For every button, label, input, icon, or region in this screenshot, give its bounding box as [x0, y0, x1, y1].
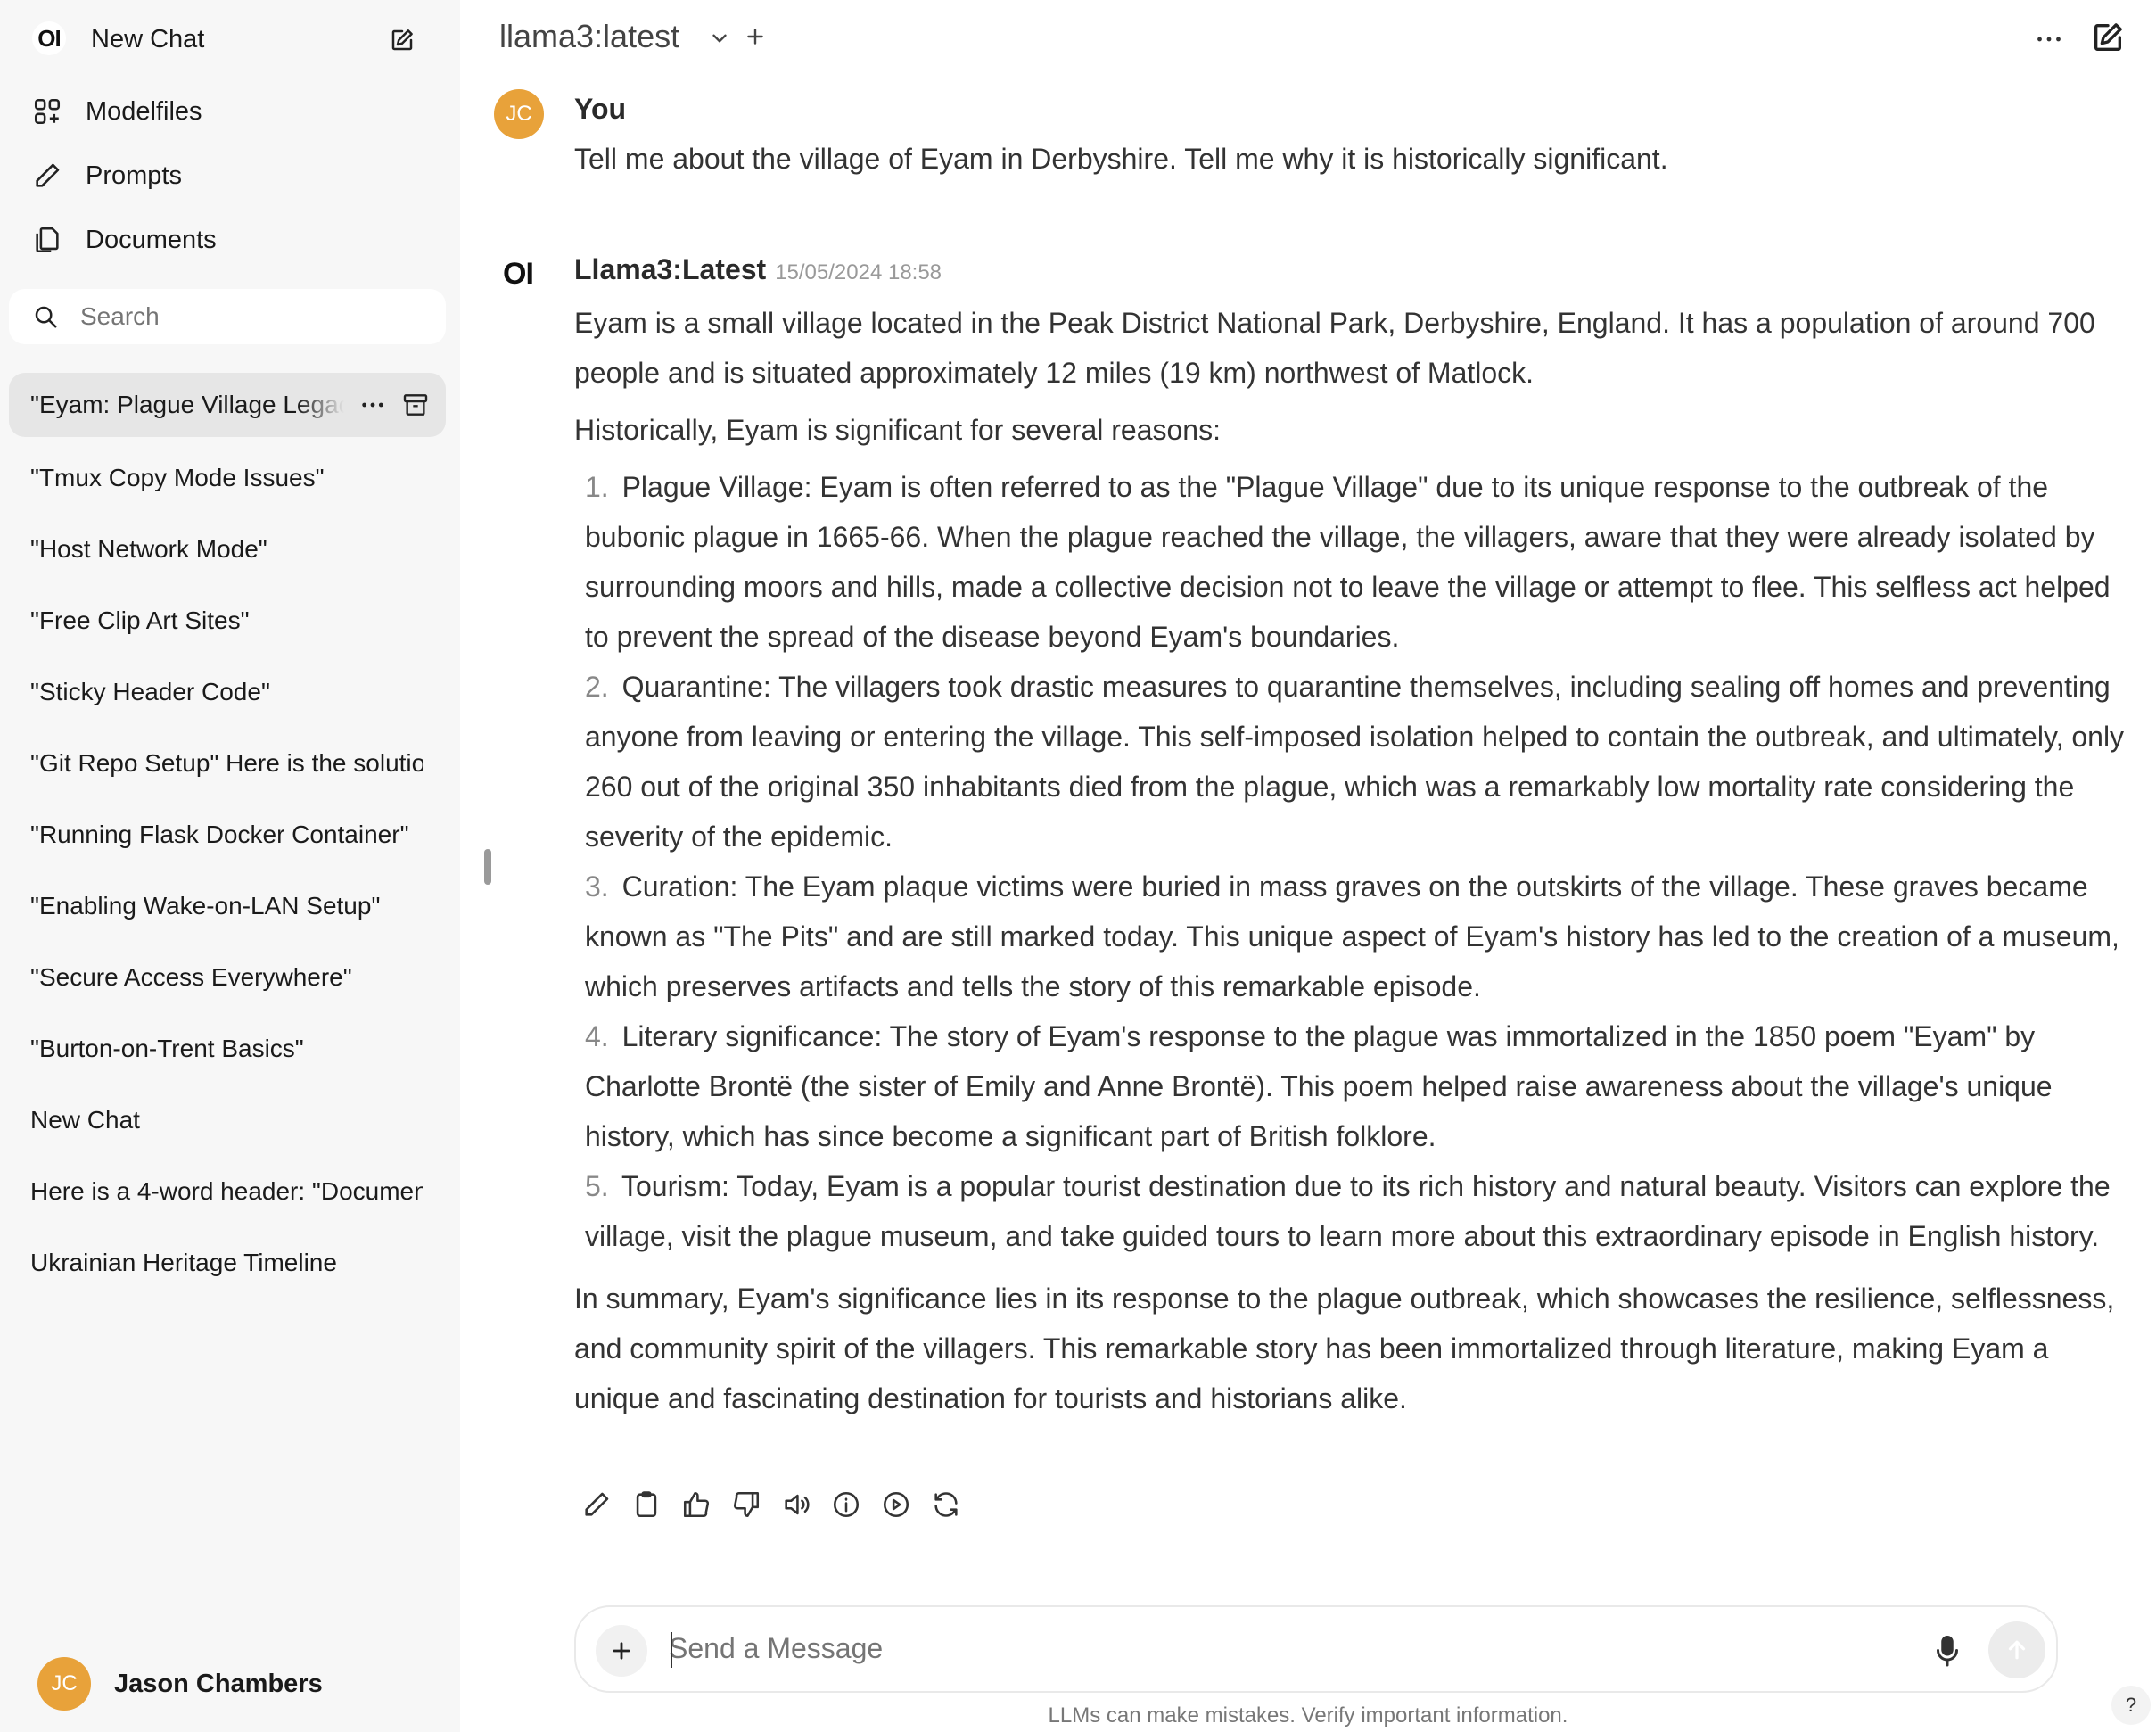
chat-item[interactable]: "Running Flask Docker Container": [9, 803, 446, 867]
assistant-logo: OI: [503, 257, 534, 291]
message-author: Llama3:Latest: [574, 253, 767, 285]
message-composer: [574, 1605, 2058, 1693]
chat-item[interactable]: "Host Network Mode": [9, 517, 446, 581]
chat-item[interactable]: "Secure Access Everywhere": [9, 945, 446, 1010]
list-number: 2.: [585, 671, 609, 703]
more-icon[interactable]: [2033, 23, 2065, 55]
info-icon[interactable]: [831, 1489, 861, 1520]
chat-item-active[interactable]: "Eyam: Plague Village Legacy": [9, 373, 446, 437]
new-chat-link[interactable]: New Chat: [91, 25, 204, 54]
list-item-text: Quarantine: The villagers took drastic m…: [585, 671, 2125, 853]
list-item-text: Tourism: Today, Eyam is a popular touris…: [585, 1170, 2111, 1252]
microphone-icon[interactable]: [1931, 1634, 1963, 1670]
text-caret: [671, 1632, 672, 1668]
list-number: 5.: [585, 1170, 609, 1202]
message-timestamp: 15/05/2024 18:58: [775, 260, 942, 285]
chat-item[interactable]: "Sticky Header Code": [9, 660, 446, 724]
reasons-list: 1. Plague Village: Eyam is often referre…: [574, 462, 2126, 1261]
sidebar-item-label: Modelfiles: [86, 96, 202, 126]
new-chat-edit-icon[interactable]: [2090, 20, 2126, 55]
more-icon[interactable]: [358, 391, 387, 419]
assistant-message-body: Eyam is a small village located in the P…: [574, 298, 2126, 1431]
sidebar-item-modelfiles[interactable]: Modelfiles: [32, 89, 202, 134]
list-number: 4.: [585, 1020, 609, 1052]
message-actions: [581, 1489, 981, 1520]
chat-item-title: New Chat: [30, 1106, 140, 1134]
send-button[interactable]: [1988, 1621, 2045, 1678]
sidebar-item-prompts[interactable]: Prompts: [32, 153, 182, 198]
chat-item-title: "Free Clip Art Sites": [30, 606, 250, 634]
chat-item[interactable]: New Chat: [9, 1088, 446, 1152]
message-author: You: [574, 93, 627, 125]
chat-item[interactable]: Here is a 4-word header: "Document: [9, 1159, 446, 1224]
chat-item-title: "Running Flask Docker Container": [30, 821, 409, 848]
list-item: 4. Literary significance: The story of E…: [585, 1011, 2126, 1161]
search-icon: [32, 303, 59, 330]
speaker-icon[interactable]: [781, 1489, 811, 1520]
chat-item-title: "Enabling Wake-on-LAN Setup": [30, 892, 381, 920]
list-item-text: Plague Village: Eyam is often referred t…: [585, 471, 2111, 653]
regenerate-icon[interactable]: [931, 1489, 961, 1520]
chat-item-title: Here is a 4-word header: "Document: [30, 1177, 423, 1205]
thumbs-down-icon[interactable]: [731, 1489, 761, 1520]
disclaimer-text: LLMs can make mistakes. Verify important…: [1048, 1703, 1568, 1728]
chat-item[interactable]: "Free Clip Art Sites": [9, 589, 446, 653]
help-button[interactable]: ?: [2111, 1686, 2151, 1725]
pencil-icon: [32, 161, 62, 191]
chat-item-title: "Eyam: Plague Village Legacy": [30, 391, 344, 418]
add-model-icon[interactable]: [744, 25, 767, 48]
list-item: 5. Tourism: Today, Eyam is a popular tou…: [585, 1161, 2126, 1261]
chevron-down-icon[interactable]: [708, 27, 731, 50]
user-name: Jason Chambers: [114, 1669, 323, 1698]
chat-item[interactable]: "Burton-on-Trent Basics": [9, 1017, 446, 1081]
list-item-text: Curation: The Eyam plaque victims were b…: [585, 870, 2119, 1002]
chat-item[interactable]: "Git Repo Setup" Here is the solution: [9, 731, 446, 796]
paragraph: Historically, Eyam is significant for se…: [574, 414, 1221, 446]
list-item: 1. Plague Village: Eyam is often referre…: [585, 462, 2126, 662]
chat-item-title: "Burton-on-Trent Basics": [30, 1035, 304, 1062]
list-number: 3.: [585, 870, 609, 903]
attach-plus-icon[interactable]: [596, 1625, 647, 1677]
list-item-text: Literary significance: The story of Eyam…: [585, 1020, 2053, 1152]
chat-item-title: "Sticky Header Code": [30, 678, 270, 705]
avatar: JC: [37, 1657, 91, 1711]
user-message-text: Tell me about the village of Eyam in Der…: [574, 143, 1668, 175]
archive-icon[interactable]: [401, 391, 430, 419]
chat-item[interactable]: "Tmux Copy Mode Issues": [9, 446, 446, 510]
sidebar-item-label: Documents: [86, 225, 217, 254]
chat-item-title: "Git Repo Setup" Here is the solution: [30, 749, 423, 777]
assistant-header: Llama3:Latest 15/05/2024 18:58: [574, 253, 942, 286]
message-input[interactable]: [669, 1632, 1828, 1665]
chat-item[interactable]: Ukrainian Heritage Timeline: [9, 1231, 446, 1295]
chat-item-title: "Host Network Mode": [30, 535, 267, 563]
thumbs-up-icon[interactable]: [681, 1489, 712, 1520]
sidebar-item-documents[interactable]: Documents: [32, 218, 217, 262]
copy-icon[interactable]: [631, 1489, 662, 1520]
chat-item-title: "Secure Access Everywhere": [30, 963, 352, 991]
search-input[interactable]: [80, 302, 419, 331]
documents-icon: [32, 225, 62, 255]
sidebar-item-label: Prompts: [86, 161, 182, 190]
search-box[interactable]: [9, 289, 446, 344]
avatar: JC: [494, 89, 544, 139]
modelfiles-icon: [32, 96, 62, 127]
list-item: 2. Quarantine: The villagers took drasti…: [585, 662, 2126, 862]
arrow-up-icon: [2008, 1640, 2026, 1660]
paragraph: In summary, Eyam's significance lies in …: [574, 1283, 2115, 1414]
chat-item[interactable]: "Enabling Wake-on-LAN Setup": [9, 874, 446, 938]
sidebar-resize-handle[interactable]: [484, 849, 491, 885]
play-icon[interactable]: [881, 1489, 911, 1520]
new-chat-edit-icon[interactable]: [389, 27, 416, 54]
list-number: 1.: [585, 471, 609, 503]
list-item: 3. Curation: The Eyam plaque victims wer…: [585, 862, 2126, 1011]
chat-item-title: "Tmux Copy Mode Issues": [30, 464, 325, 491]
edit-icon[interactable]: [581, 1489, 612, 1520]
model-selector[interactable]: llama3:latest: [499, 18, 679, 55]
chat-item-title: Ukrainian Heritage Timeline: [30, 1249, 337, 1276]
sidebar: OI New Chat Modelfiles Prompts Documents…: [0, 0, 460, 1732]
app-logo[interactable]: OI: [32, 21, 66, 55]
user-menu[interactable]: JC Jason Chambers: [37, 1657, 323, 1711]
paragraph: Eyam is a small village located in the P…: [574, 307, 2095, 389]
